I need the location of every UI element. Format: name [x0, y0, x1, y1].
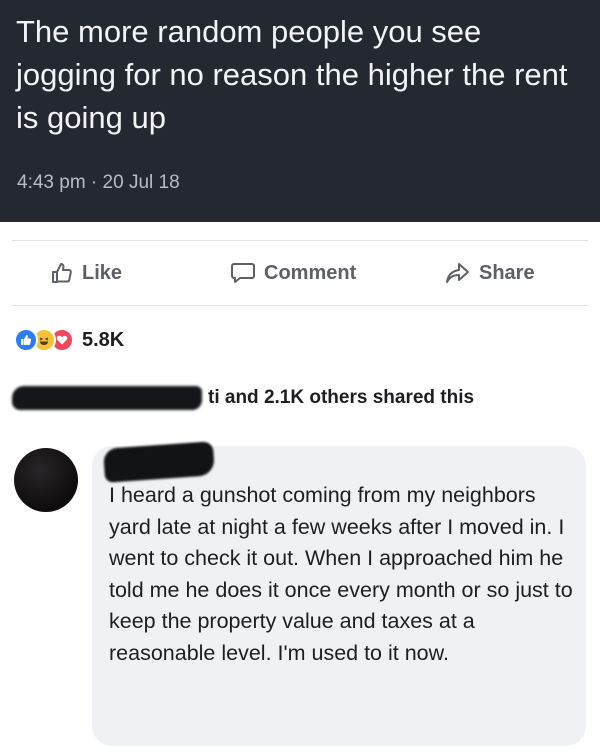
- action-bar-bottom-divider: [12, 305, 588, 306]
- post-timestamp: 4:43 pm · 20 Jul 18: [17, 172, 180, 193]
- shared-by-summary[interactable]: ti and 2.1K others shared this: [12, 383, 474, 413]
- action-bar-top-divider: [12, 240, 588, 241]
- thumbs-up-icon: [50, 261, 74, 285]
- speech-bubble-icon: [230, 261, 256, 285]
- share-button[interactable]: Share: [445, 258, 535, 288]
- commenter-avatar[interactable]: [14, 448, 78, 512]
- like-reaction-icon: [14, 328, 38, 352]
- screenshot-frame: The more random people you see jogging f…: [0, 0, 600, 754]
- like-button[interactable]: Like: [50, 258, 122, 288]
- post-card: The more random people you see jogging f…: [0, 0, 600, 222]
- reaction-count: 5.8K: [82, 328, 125, 351]
- shared-by-text: ti and 2.1K others shared this: [208, 387, 475, 408]
- share-arrow-icon: [445, 261, 471, 285]
- share-label: Share: [479, 261, 535, 284]
- comment-label: Comment: [264, 261, 357, 284]
- like-label: Like: [82, 261, 123, 284]
- post-text: The more random people you see jogging f…: [16, 14, 568, 135]
- reactions-summary[interactable]: 5.8K: [14, 325, 124, 355]
- comment-text: I heard a gunshot coming from my neighbo…: [109, 483, 573, 665]
- redacted-name-scribble: [12, 386, 202, 410]
- comment-button[interactable]: Comment: [230, 258, 356, 288]
